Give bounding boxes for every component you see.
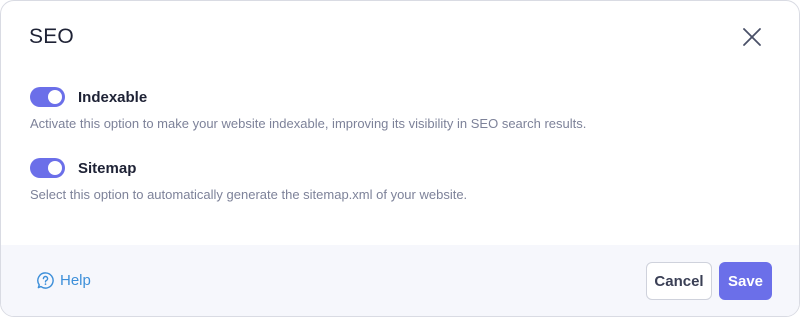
option-row: Indexable <box>30 86 771 108</box>
close-icon[interactable] <box>741 26 763 48</box>
indexable-description: Activate this option to make your websit… <box>30 116 587 131</box>
seo-dialog: SEO Indexable Activate this option to ma… <box>0 0 800 317</box>
sitemap-label: Sitemap <box>78 159 137 177</box>
indexable-label: Indexable <box>78 88 148 106</box>
option-row: Sitemap <box>30 157 771 179</box>
cancel-button[interactable]: Cancel <box>646 262 712 300</box>
sitemap-description: Select this option to automatically gene… <box>30 187 468 202</box>
help-link[interactable]: Help <box>36 271 91 290</box>
toggle-knob <box>48 90 62 104</box>
sitemap-toggle[interactable] <box>30 158 65 178</box>
dialog-footer: Help Cancel Save <box>1 245 799 316</box>
toggle-knob <box>48 161 62 175</box>
option-sitemap: Sitemap Select this option to automatica… <box>30 157 771 202</box>
indexable-toggle[interactable] <box>30 87 65 107</box>
save-button[interactable]: Save <box>719 262 772 300</box>
help-label: Help <box>60 272 91 289</box>
dialog-title: SEO <box>29 25 74 48</box>
help-icon <box>37 272 54 289</box>
option-indexable: Indexable Activate this option to make y… <box>30 86 771 131</box>
dialog-header: SEO <box>29 23 771 53</box>
